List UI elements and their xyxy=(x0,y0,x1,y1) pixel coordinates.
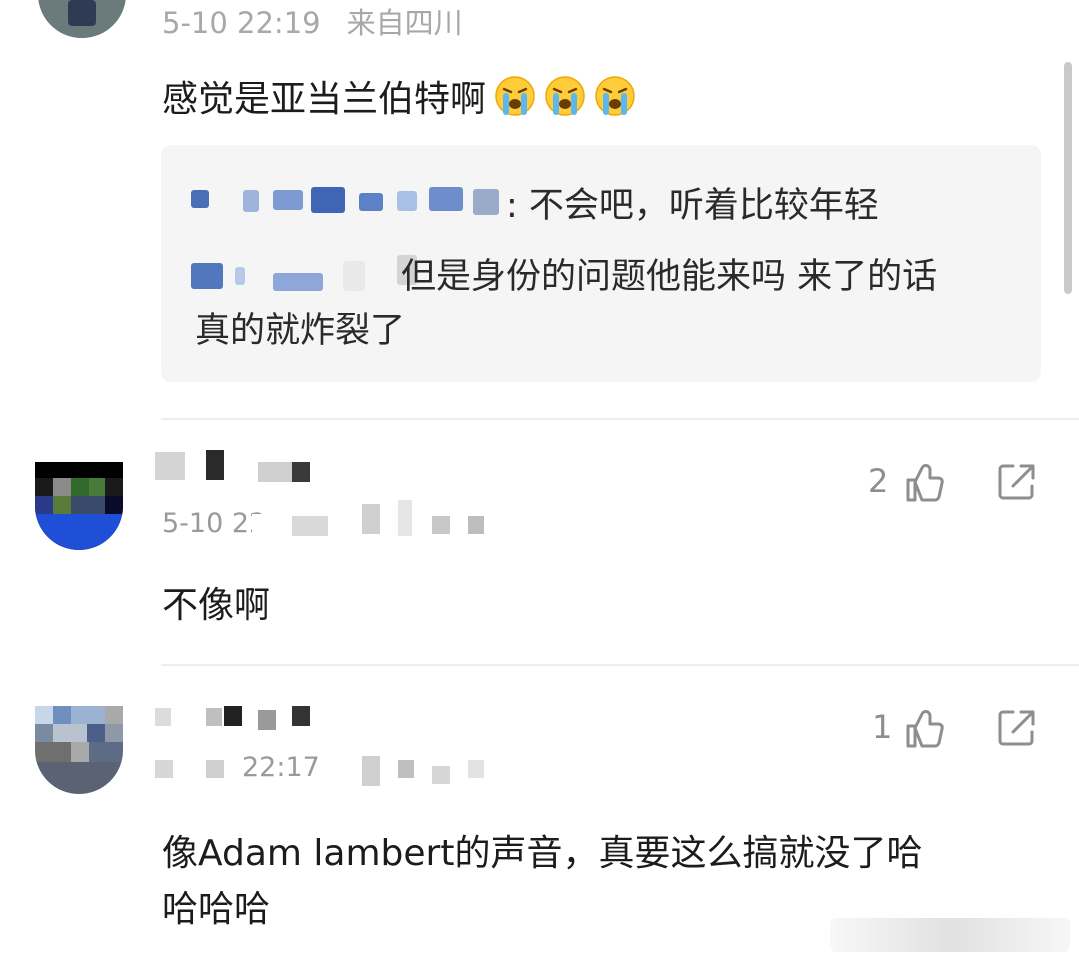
blurred-username xyxy=(273,273,323,291)
blurred-meta xyxy=(468,516,484,534)
comment-time: 5-10 22 xyxy=(162,508,267,539)
blurred-meta xyxy=(155,760,173,778)
blurred-username xyxy=(155,452,185,480)
avatar[interactable] xyxy=(35,706,123,794)
blurred-username xyxy=(155,708,171,726)
blurred-username xyxy=(311,187,345,213)
blurred-meta xyxy=(468,760,484,778)
divider xyxy=(161,664,1079,666)
reply-text: 真的就炸裂了 xyxy=(195,311,406,351)
comment-time: 5-10 22:19 xyxy=(162,6,321,40)
blurred-meta xyxy=(362,756,380,786)
thumbs-up-icon[interactable] xyxy=(902,706,946,750)
blurred-meta xyxy=(206,760,224,778)
crying-face-icon xyxy=(495,76,535,116)
comment-meta: 5-10 22 xyxy=(162,508,266,539)
blurred-username xyxy=(235,267,245,285)
crying-face-icon xyxy=(545,76,585,116)
share-icon[interactable] xyxy=(995,706,1039,750)
blurred-username xyxy=(258,710,276,730)
blurred-meta xyxy=(362,504,380,534)
comment-thread: 5-10 22:19 来自四川 感觉是亚当兰伯特啊: 不会吧，听着比较年轻 但… xyxy=(0,0,1079,959)
blurred-username xyxy=(473,189,499,215)
like-count: 1 xyxy=(872,708,893,746)
comment-body: 像Adam lambert的声音，真要这么搞就没了哈 xyxy=(162,833,923,874)
reply-text: 但是身份的问题他能来吗 来了的话 xyxy=(401,257,938,297)
reply-text: : 不会吧，听着比较年轻 xyxy=(506,186,879,226)
avatar[interactable] xyxy=(38,0,126,38)
watermark xyxy=(830,918,1070,952)
crying-face-icon xyxy=(595,76,635,116)
like-count: 2 xyxy=(868,462,889,500)
comment-time: 22:17 xyxy=(242,752,320,783)
comment-body: 哈哈哈 xyxy=(162,889,271,930)
blurred-username xyxy=(273,190,303,210)
comment-body: 不像啊 xyxy=(162,585,271,626)
blurred-meta xyxy=(292,516,328,536)
blurred-meta xyxy=(252,514,274,540)
share-icon[interactable] xyxy=(995,460,1039,504)
comment-meta: 22:17 xyxy=(242,752,320,783)
blurred-meta xyxy=(398,500,412,536)
blurred-username xyxy=(206,450,224,480)
blurred-username xyxy=(429,187,463,211)
blurred-meta xyxy=(432,516,450,534)
blurred-username xyxy=(343,261,365,291)
blurred-username xyxy=(191,263,223,289)
thumbs-up-icon[interactable] xyxy=(902,460,946,504)
blurred-username xyxy=(397,191,417,211)
comment-body: 感觉是亚当兰伯特啊 xyxy=(162,79,487,120)
divider xyxy=(161,418,1079,420)
blurred-username xyxy=(292,462,310,482)
blurred-username xyxy=(191,190,209,208)
scrollbar[interactable] xyxy=(1064,62,1072,294)
comment-text: 感觉是亚当兰伯特啊 xyxy=(162,72,636,128)
blurred-meta xyxy=(432,766,450,784)
blurred-username xyxy=(243,190,259,212)
blurred-username xyxy=(224,706,242,726)
blurred-username xyxy=(258,462,292,482)
reply-preview-box[interactable]: : 不会吧，听着比较年轻 但是身份的问题他能来吗 来了的话 真的就炸裂了 xyxy=(161,145,1041,382)
blurred-username xyxy=(359,193,383,211)
blurred-meta xyxy=(398,760,414,778)
avatar[interactable] xyxy=(35,462,123,550)
comment-meta: 5-10 22:19 来自四川 xyxy=(162,0,463,42)
comment-location: 来自四川 xyxy=(346,6,463,40)
blurred-username xyxy=(292,706,310,726)
blurred-username xyxy=(206,708,222,726)
